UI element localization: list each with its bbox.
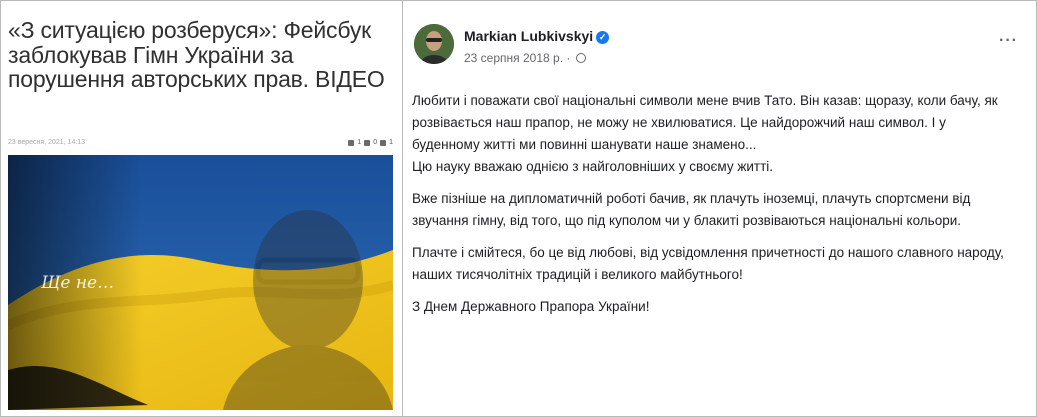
facebook-post: Markian Lubkivskyi ✓ 23 серпня 2018 р. · … [412,8,1024,410]
post-paragraph: Плачте і смійтеся, бо це від любові, від… [412,245,1004,282]
share-icon [348,139,355,146]
article-date: 23 вересня, 2021, 14:13 [8,139,86,146]
post-paragraph-text: Цю науку вважаю однією з найголовніших у… [412,159,774,174]
post-paragraph: Любити і поважати свої національні симво… [412,90,1012,178]
post-paragraph: Вже пізніше на дипломатичній роботі бачи… [412,191,971,228]
post-body: Любити і поважати свої національні симво… [412,90,1012,328]
post-author-name[interactable]: Markian Lubkivskyi [464,28,593,44]
view-count: 1 [389,139,393,146]
post-author[interactable]: Markian Lubkivskyi ✓ [464,28,610,44]
panel-divider [402,0,403,417]
avatar-photo [414,24,454,64]
view-icon [380,139,387,146]
article-hero-image[interactable]: Ще не… [8,155,393,410]
news-article: «З ситуацією розберуся»: Фейсбук заблоку… [8,8,393,410]
share-count: 1 [357,139,362,146]
more-options-button[interactable]: ··· [999,32,1018,50]
post-paragraph-text: Любити і поважати свої національні симво… [412,93,998,152]
post-date[interactable]: 23 серпня 2018 р. [464,51,563,65]
article-stats: 1 0 1 [348,139,393,146]
meta-separator: · [566,51,571,65]
comment-count: 0 [373,139,378,146]
post-meta: 23 серпня 2018 р. · [464,51,586,65]
article-meta: 23 вересня, 2021, 14:13 1 0 1 [8,139,393,153]
article-headline[interactable]: «З ситуацією розберуся»: Фейсбук заблоку… [8,18,393,92]
verified-badge-icon: ✓ [596,31,610,44]
post-paragraph: З Днем Державного Прапора України! [412,299,650,314]
hero-signature: Ще не… [41,273,115,293]
avatar[interactable] [414,24,454,64]
comment-icon [364,139,371,146]
globe-icon [575,53,586,63]
